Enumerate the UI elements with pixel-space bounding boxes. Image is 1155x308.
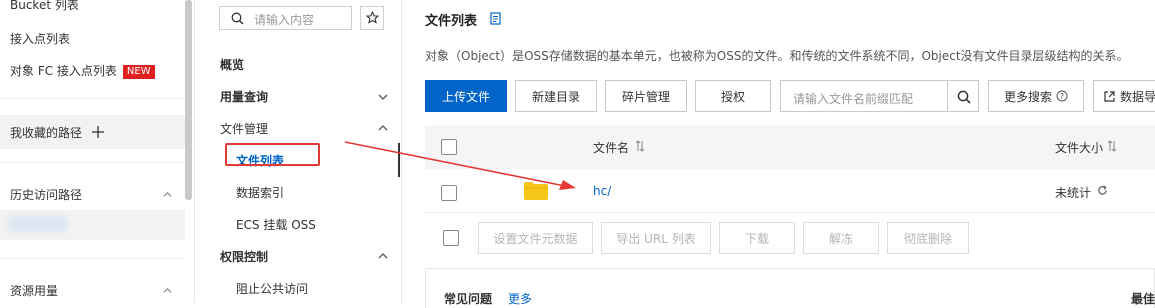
highlight-box (225, 143, 320, 166)
authorize-button[interactable]: 授权 (695, 80, 771, 112)
new-directory-button[interactable]: 新建目录 (515, 80, 597, 112)
history-label[interactable]: 历史访问路径 (10, 186, 82, 203)
nav-access-control[interactable]: 权限控制 (220, 248, 268, 265)
chevron-up-icon[interactable] (163, 286, 172, 295)
column-header-size: 文件大小 (1055, 141, 1104, 155)
main-content: 文件列表 对象（Object）是OSS存储数据的基本单元，也被称为OSS的文件。… (403, 0, 1155, 308)
table-row: hc/ 未统计 (425, 169, 1155, 213)
plus-icon[interactable] (92, 126, 104, 138)
file-search-placeholder: 请输入文件名前缀匹配 (793, 92, 914, 106)
table-header: 文件名 文件大小 (425, 125, 1155, 169)
file-prefix-search-input[interactable]: 请输入文件名前缀匹配 (780, 80, 948, 112)
download-button[interactable]: 下载 (719, 222, 795, 254)
sort-icon[interactable] (1107, 140, 1117, 152)
export-button[interactable]: 数据导 (1093, 80, 1155, 112)
file-name-link[interactable]: hc/ (593, 184, 611, 198)
sort-icon[interactable] (635, 140, 645, 152)
nav-usage-query[interactable]: 用量查询 (220, 88, 268, 105)
svg-text:?: ? (1060, 92, 1064, 101)
chevron-up-icon[interactable] (378, 124, 388, 132)
page-title: 文件列表 (425, 14, 478, 29)
divider (0, 162, 185, 163)
favorite-star-button[interactable] (360, 6, 384, 30)
chevron-up-icon[interactable] (163, 190, 172, 199)
star-icon (366, 11, 379, 24)
nav-block-public-access[interactable]: 阻止公共访问 (236, 280, 308, 297)
divider (0, 258, 185, 259)
help-circle-icon: ? (1056, 90, 1068, 102)
more-search-button[interactable]: 更多搜索 ? (988, 80, 1084, 112)
export-label: 数据导 (1120, 89, 1155, 104)
external-link-icon (1104, 90, 1115, 102)
document-icon[interactable] (490, 12, 501, 25)
unfreeze-button[interactable]: 解冻 (803, 222, 879, 254)
divider (0, 98, 185, 99)
sidebar-item-access-points[interactable]: 接入点列表 (10, 30, 70, 47)
faq-right-heading: 最佳 (1131, 292, 1155, 306)
faq-more-link[interactable]: 更多 (508, 290, 532, 307)
active-indicator (398, 143, 400, 177)
favorites-row[interactable]: 我收藏的路径 (0, 115, 185, 149)
folder-icon (524, 182, 548, 200)
column-header-name: 文件名 (593, 141, 630, 155)
upload-button[interactable]: 上传文件 (425, 80, 507, 112)
faq-title: 常见问题 (444, 292, 493, 306)
sidebar-scrollbar[interactable] (185, 0, 192, 200)
more-search-label: 更多搜索 (1003, 89, 1052, 104)
select-all-checkbox[interactable] (441, 139, 457, 155)
resources-label[interactable]: 资源用量 (10, 282, 58, 299)
blurred-path (8, 216, 68, 232)
chevron-down-icon[interactable] (378, 93, 388, 101)
chevron-up-icon[interactable] (378, 252, 388, 260)
nav-search-placeholder: 请输入内容 (254, 13, 315, 27)
file-search-button[interactable] (947, 80, 979, 112)
permanent-delete-button[interactable]: 彻底删除 (887, 222, 969, 254)
nav-overview[interactable]: 概览 (220, 56, 244, 73)
page-description: 对象（Object）是OSS存储数据的基本单元，也被称为OSS的文件。和传统的文… (425, 49, 1129, 63)
search-icon (957, 90, 971, 104)
new-badge: NEW (122, 65, 155, 79)
sidebar-item-fc-access-points[interactable]: 对象 FC 接入点列表 NEW (10, 62, 155, 79)
refresh-icon[interactable] (1097, 185, 1108, 196)
history-path-item[interactable] (0, 210, 185, 240)
row-checkbox[interactable] (441, 185, 457, 201)
export-url-list-button[interactable]: 导出 URL 列表 (601, 222, 711, 254)
fragment-management-button[interactable]: 碎片管理 (605, 80, 687, 112)
nav-file-management[interactable]: 文件管理 (220, 120, 268, 137)
file-size: 未统计 (1055, 186, 1092, 200)
batch-select-checkbox[interactable] (443, 230, 459, 246)
nav-data-index[interactable]: 数据索引 (236, 184, 284, 201)
sidebar-item-label: 对象 FC 接入点列表 (10, 64, 117, 78)
left-sidebar: Bucket 列表 接入点列表 对象 FC 接入点列表 NEW 我收藏的路径 历史… (0, 0, 195, 303)
search-icon (231, 12, 244, 25)
nav-ecs-mount[interactable]: ECS 挂载 OSS (236, 216, 316, 233)
nav-search-input[interactable]: 请输入内容 (219, 6, 352, 30)
sidebar-item-bucket-list[interactable]: Bucket 列表 (10, 0, 79, 13)
faq-panel: 常见问题 更多 最佳 (425, 268, 1155, 308)
set-metadata-button[interactable]: 设置文件元数据 (478, 222, 593, 254)
bucket-nav: 请输入内容 概览 用量查询 文件管理 文件列表 数据索引 ECS 挂载 OSS … (196, 0, 402, 303)
favorites-label: 我收藏的路径 (10, 126, 83, 140)
